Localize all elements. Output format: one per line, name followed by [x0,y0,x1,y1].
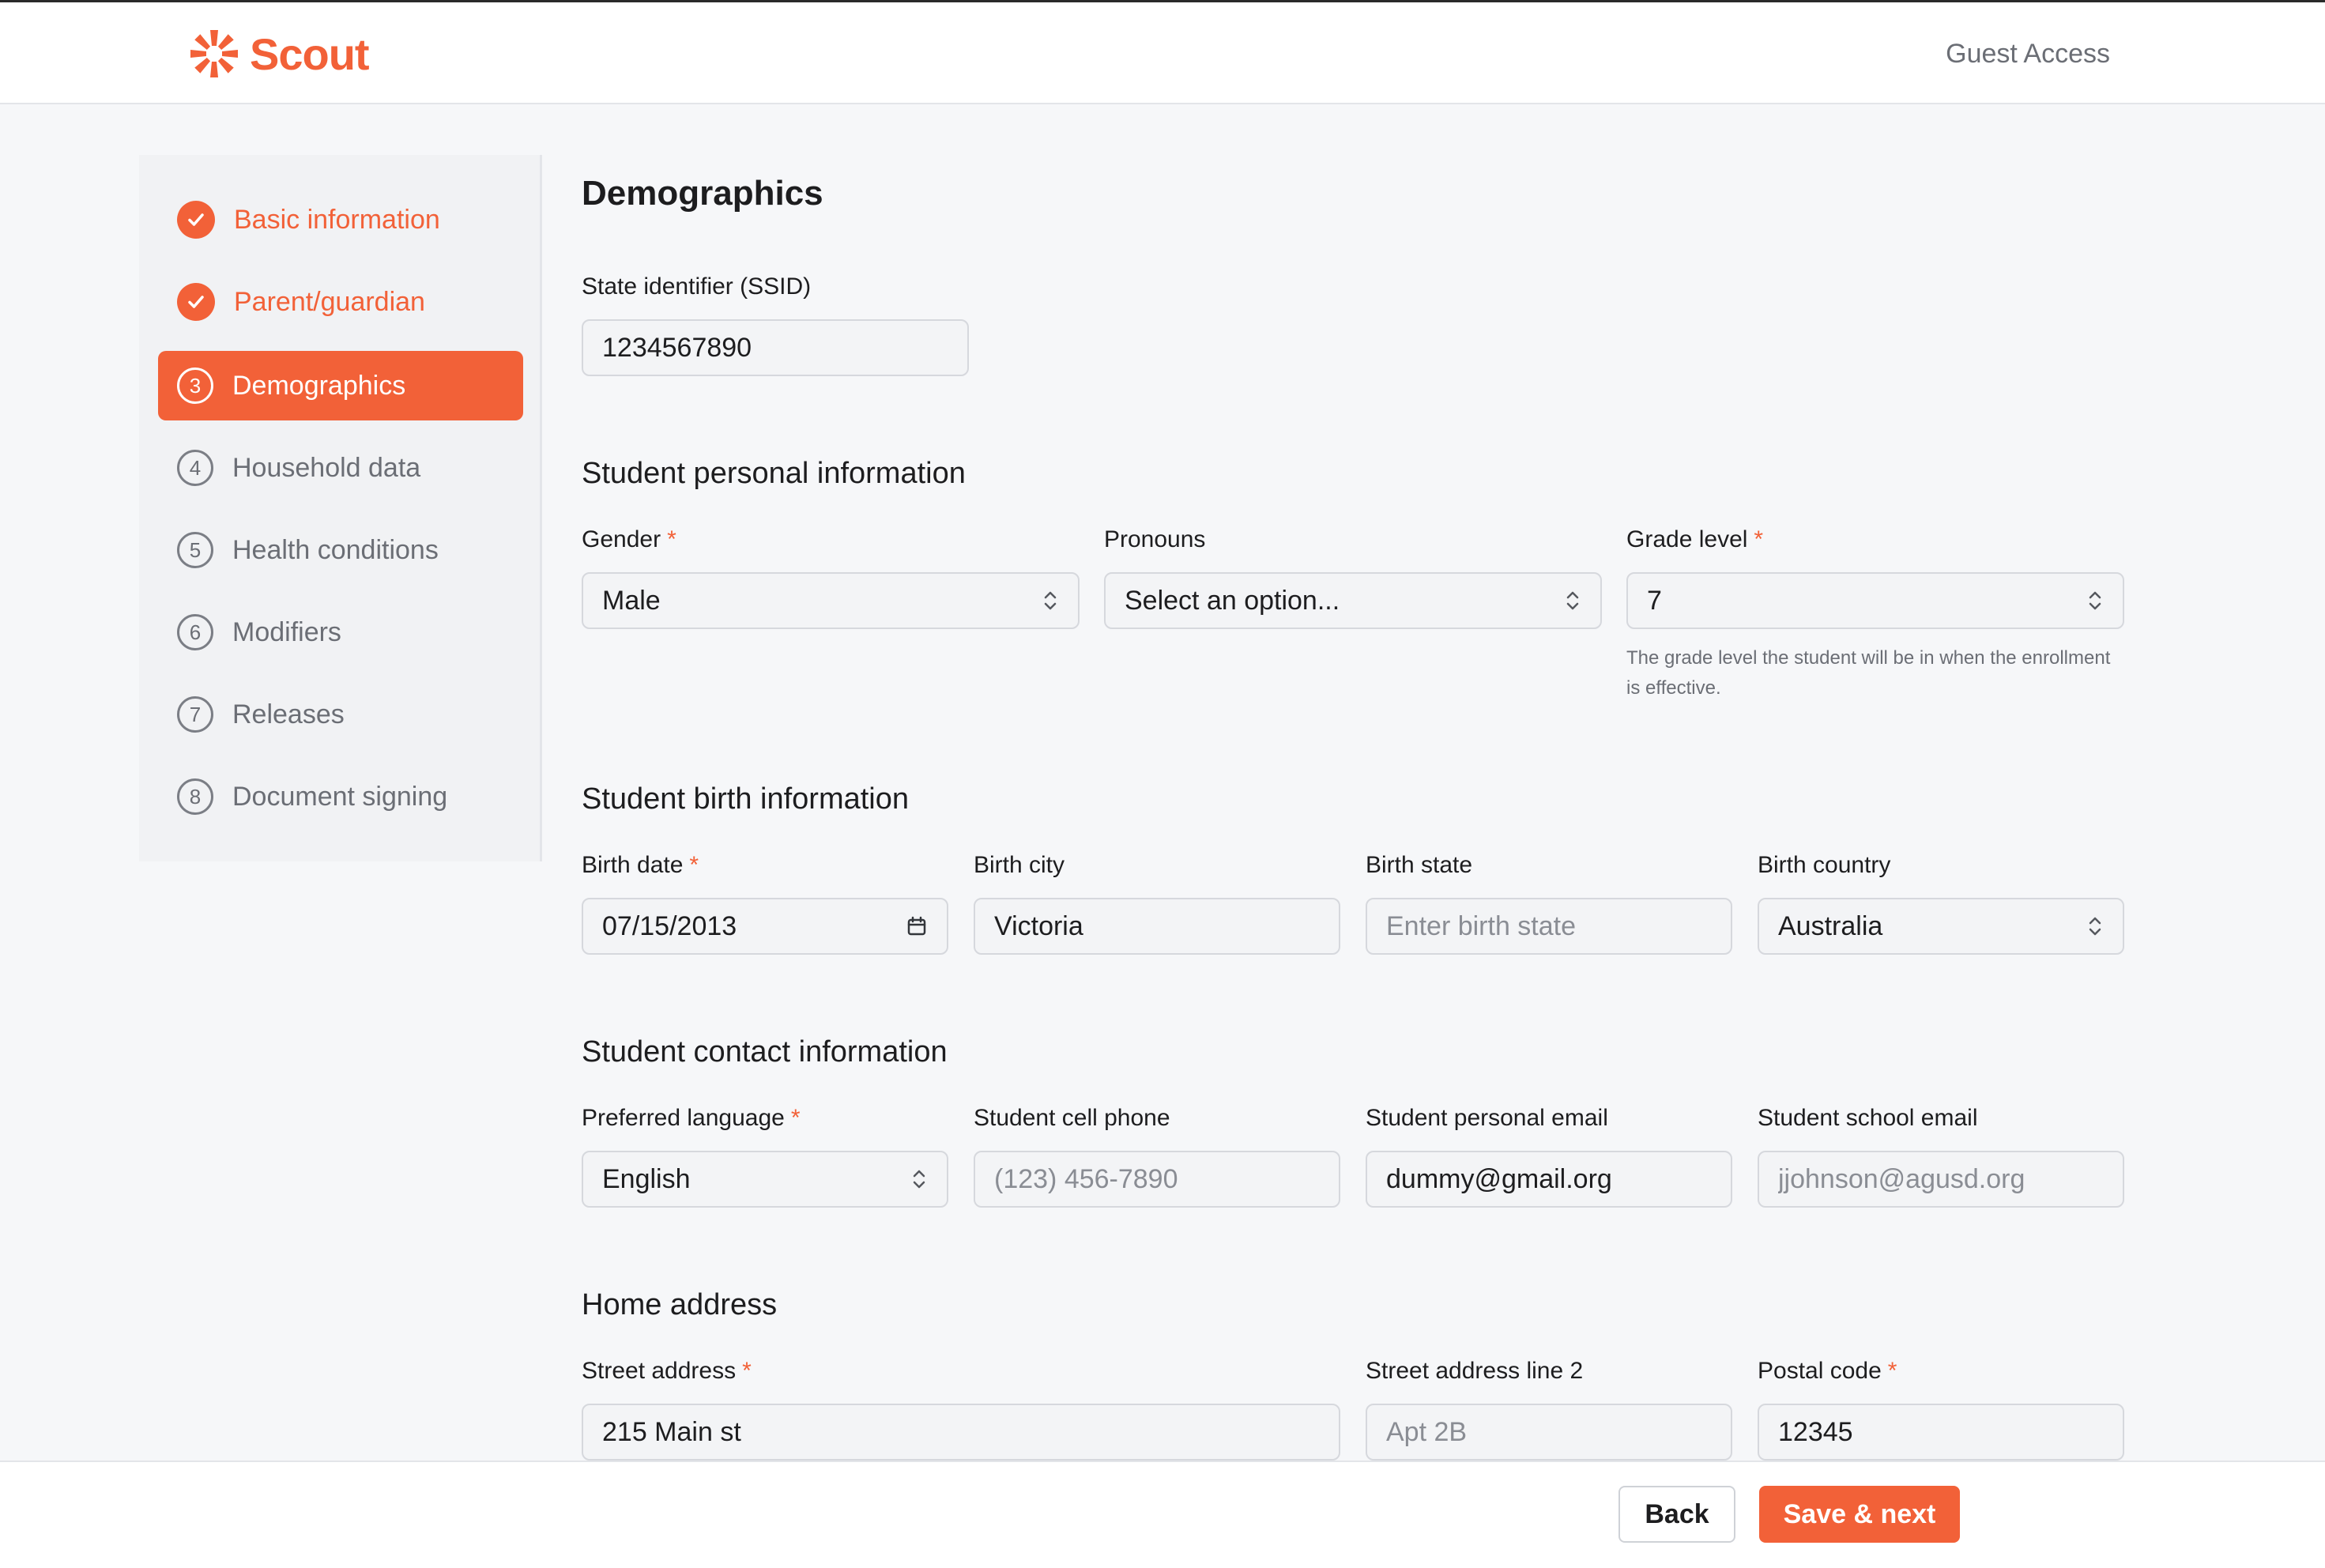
step-label: Modifiers [232,616,341,647]
preferred-language-value: English [602,1163,691,1194]
personal-email-value: dummy@gmail.org [1386,1163,1612,1194]
pronouns-label: Pronouns [1104,526,1206,552]
preferred-language-label: Preferred language * [582,1105,801,1131]
postal-code-value: 12345 [1778,1416,1853,1447]
chevron-up-down-icon [2086,589,2104,612]
school-email-label: Student school email [1758,1105,1978,1131]
chevron-up-down-icon [1042,589,1059,612]
step-number: 6 [177,614,213,650]
required-mark: * [667,526,676,552]
check-icon [177,283,215,321]
birth-date-input[interactable]: 07/15/2013 [582,898,948,955]
personal-email-input[interactable]: dummy@gmail.org [1366,1151,1732,1208]
street-address-2-input[interactable]: Apt 2B [1366,1404,1732,1461]
pronouns-value: Select an option... [1125,585,1340,616]
preferred-language-select[interactable]: English [582,1151,948,1208]
street-address-label: Street address * [582,1358,752,1384]
school-email-placeholder: jjohnson@agusd.org [1778,1163,2025,1194]
step-releases[interactable]: 7 Releases [158,680,523,749]
step-number: 3 [177,368,213,404]
required-mark: * [1754,526,1764,552]
scout-logo-icon [190,30,238,77]
birth-date-label: Birth date * [582,852,699,878]
step-modifiers[interactable]: 6 Modifiers [158,597,523,667]
birth-city-label: Birth city [974,852,1065,878]
street-address-2-label: Street address line 2 [1366,1358,1584,1384]
postal-code-input[interactable]: 12345 [1758,1404,2124,1461]
step-label: Releases [232,699,345,729]
grade-level-select[interactable]: 7 [1626,572,2124,629]
step-demographics[interactable]: 3 Demographics [158,351,523,420]
postal-code-label: Postal code * [1758,1358,1897,1384]
gender-value: Male [602,585,661,616]
ssid-input[interactable]: 1234567890 [582,319,969,376]
footer-bar: Back Save & next [0,1461,2325,1568]
chevron-up-down-icon [2086,914,2104,938]
pronouns-select[interactable]: Select an option... [1104,572,1602,629]
step-parent-guardian[interactable]: Parent/guardian [158,267,523,337]
birth-state-input[interactable]: Enter birth state [1366,898,1732,955]
grade-level-hint: The grade level the student will be in w… [1626,647,2111,699]
logo[interactable]: Scout [188,26,370,81]
chevron-up-down-icon [1564,589,1581,612]
step-label: Household data [232,452,421,483]
required-mark: * [790,1105,801,1131]
street-address-input[interactable]: 215 Main st [582,1404,1340,1461]
step-number: 8 [177,778,213,815]
required-mark: * [689,852,699,878]
step-label: Basic information [234,204,440,235]
grade-level-value: 7 [1647,585,1662,616]
gender-label: Gender * [582,526,676,552]
ssid-label: State identifier (SSID) [582,273,812,300]
birth-country-value: Australia [1778,910,1883,941]
page-title: Demographics [582,174,823,213]
brand-name: Scout [250,28,370,79]
birth-info-heading: Student birth information [582,782,910,816]
birth-date-value: 07/15/2013 [602,910,737,941]
save-and-next-button[interactable]: Save & next [1759,1486,1960,1543]
top-bar: Scout Guest Access [0,0,2325,104]
required-mark: * [742,1358,752,1384]
street-address-value: 215 Main st [602,1416,741,1447]
back-button[interactable]: Back [1618,1486,1735,1543]
step-label: Demographics [232,370,406,401]
contact-info-heading: Student contact information [582,1035,948,1069]
step-number: 7 [177,696,213,733]
ssid-value: 1234567890 [602,332,752,363]
step-health-conditions[interactable]: 5 Health conditions [158,515,523,585]
birth-city-input[interactable]: Victoria [974,898,1340,955]
cell-phone-input[interactable]: (123) 456-7890 [974,1151,1340,1208]
birth-city-value: Victoria [994,910,1083,941]
birth-country-select[interactable]: Australia [1758,898,2124,955]
street-address-2-placeholder: Apt 2B [1386,1416,1468,1447]
step-sidebar: Basic information Parent/guardian 3 Demo… [139,155,542,861]
cell-phone-label: Student cell phone [974,1105,1170,1131]
personal-email-label: Student personal email [1366,1105,1608,1131]
calendar-icon[interactable] [906,915,928,937]
step-label: Document signing [232,781,448,812]
personal-info-heading: Student personal information [582,457,966,490]
required-mark: * [1887,1358,1897,1384]
birth-state-placeholder: Enter birth state [1386,910,1577,941]
school-email-input[interactable]: jjohnson@agusd.org [1758,1151,2124,1208]
step-label: Health conditions [232,534,439,565]
chevron-up-down-icon [910,1167,928,1191]
cell-phone-placeholder: (123) 456-7890 [994,1163,1178,1194]
check-icon [177,201,215,239]
step-label: Parent/guardian [234,286,425,317]
step-document-signing[interactable]: 8 Document signing [158,762,523,831]
birth-country-label: Birth country [1758,852,1891,878]
step-household-data[interactable]: 4 Household data [158,433,523,503]
home-address-heading: Home address [582,1288,778,1321]
step-number: 5 [177,532,213,568]
birth-state-label: Birth state [1366,852,1473,878]
step-number: 4 [177,450,213,486]
step-basic-information[interactable]: Basic information [158,185,523,254]
grade-level-label: Grade level * [1626,526,1764,552]
guest-access-label[interactable]: Guest Access [1946,39,2110,70]
gender-select[interactable]: Male [582,572,1080,629]
